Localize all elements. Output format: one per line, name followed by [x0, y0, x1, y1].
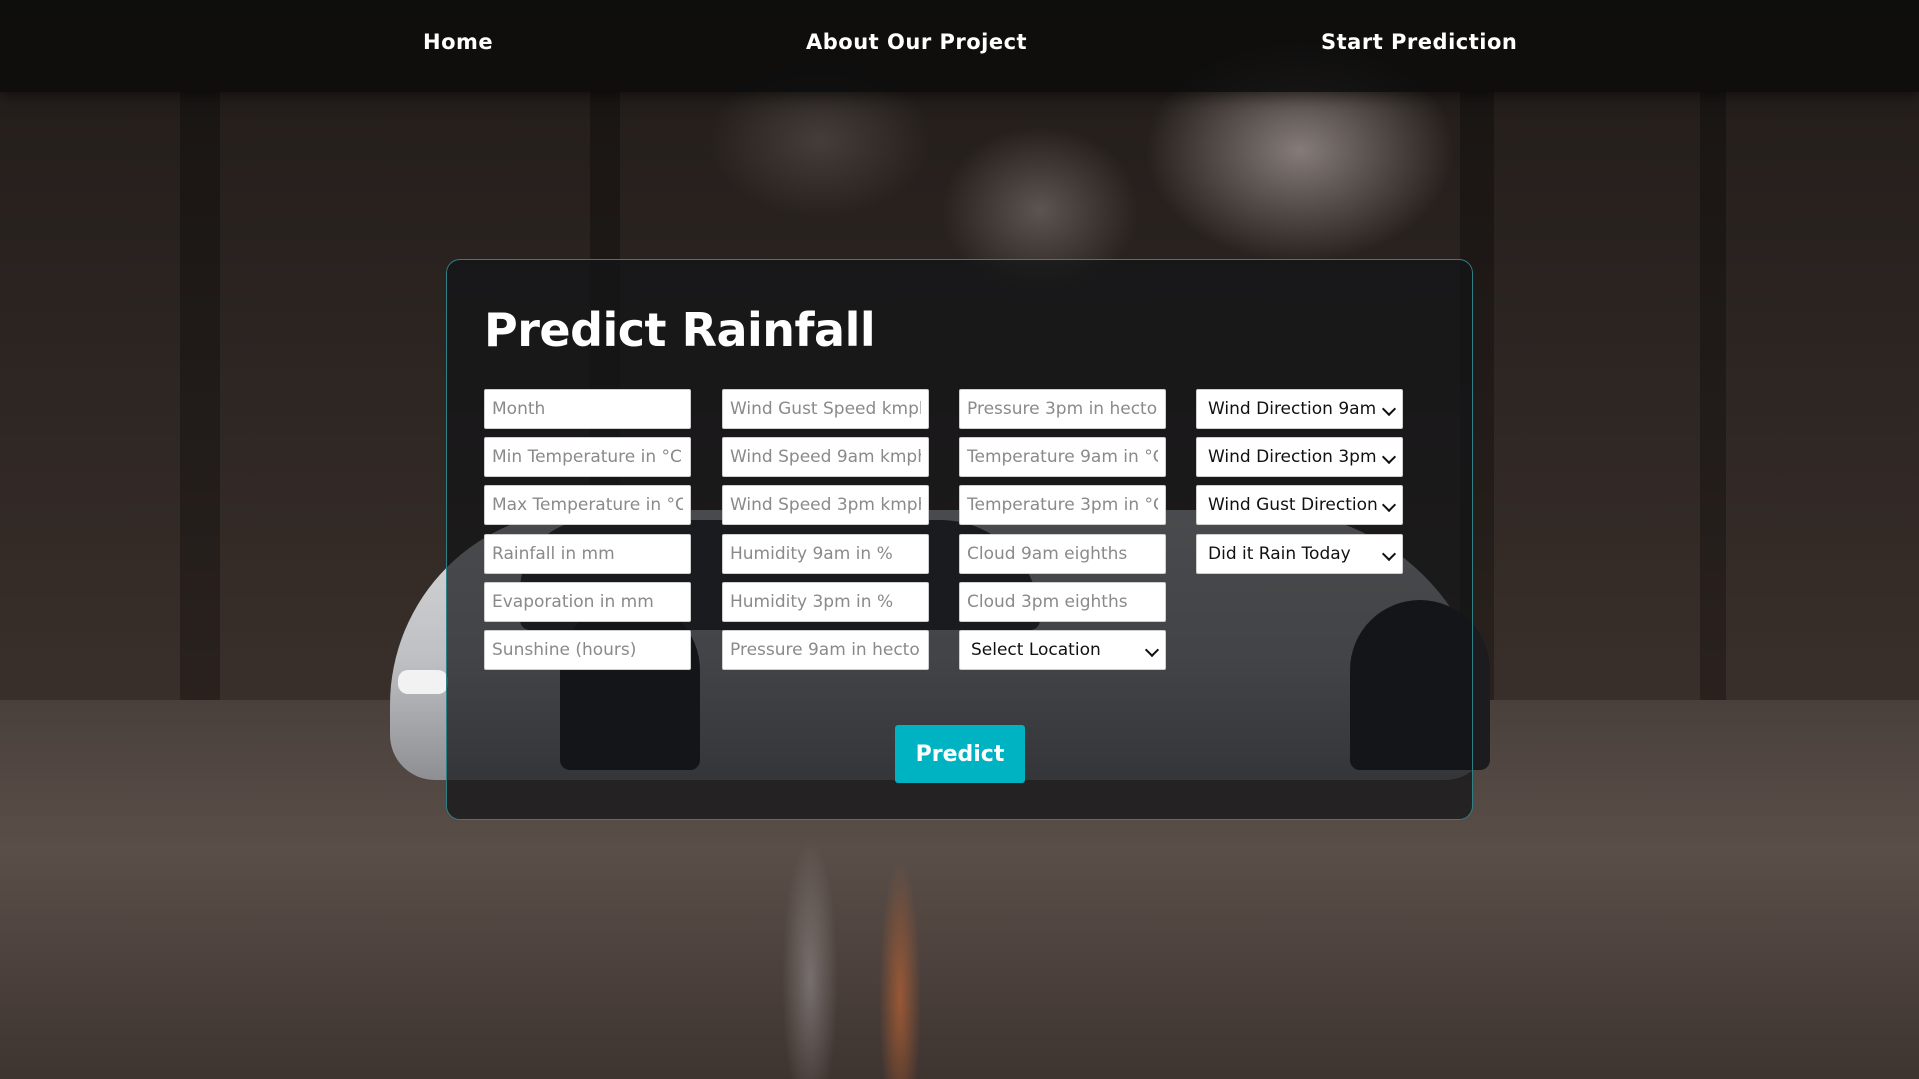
evaporation-input[interactable]	[492, 583, 683, 621]
select-value: Did it Rain Today	[1208, 544, 1351, 564]
wind-speed-3pm-field[interactable]	[722, 485, 929, 525]
predict-card: Predict Rainfall Select Location Wind Di…	[446, 259, 1473, 820]
chevron-down-icon	[1144, 642, 1160, 658]
location-select-value: Select Location	[971, 640, 1101, 660]
wind-gust-direction-select[interactable]: Wind Gust Direction	[1196, 485, 1403, 525]
wind-speed-9am-input[interactable]	[730, 438, 921, 476]
cloud-3pm-field[interactable]	[959, 582, 1166, 622]
temp-3pm-input[interactable]	[967, 486, 1158, 524]
pressure-3pm-input[interactable]	[967, 390, 1158, 428]
temp-3pm-field[interactable]	[959, 485, 1166, 525]
select-value: Wind Gust Direction	[1208, 495, 1378, 515]
sunshine-input[interactable]	[492, 631, 683, 669]
cloud-3pm-input[interactable]	[967, 583, 1158, 621]
rain-today-select[interactable]: Did it Rain Today	[1196, 534, 1403, 574]
pressure-9am-field[interactable]	[722, 630, 929, 670]
temp-9am-field[interactable]	[959, 437, 1166, 477]
wind-speed-3pm-input[interactable]	[730, 486, 921, 524]
predict-button[interactable]: Predict	[895, 725, 1025, 783]
pressure-3pm-field[interactable]	[959, 389, 1166, 429]
nav-about-link[interactable]: About Our Project	[806, 30, 1027, 54]
min-temp-field[interactable]	[484, 437, 691, 477]
wind-direction-9am-select[interactable]: Wind Direction 9am	[1196, 389, 1403, 429]
wind-gust-speed-input[interactable]	[730, 390, 921, 428]
wind-direction-3pm-select[interactable]: Wind Direction 3pm	[1196, 437, 1403, 477]
humidity-3pm-input[interactable]	[730, 583, 921, 621]
cloud-9am-input[interactable]	[967, 535, 1158, 573]
chevron-down-icon	[1381, 546, 1397, 562]
chevron-down-icon	[1381, 497, 1397, 513]
page-title: Predict Rainfall	[484, 303, 876, 357]
top-navbar: Home About Our Project Start Prediction	[0, 0, 1919, 92]
rainfall-field[interactable]	[484, 534, 691, 574]
pressure-9am-input[interactable]	[730, 631, 921, 669]
location-select[interactable]: Select Location	[959, 630, 1166, 670]
select-value: Wind Direction 3pm	[1208, 447, 1377, 467]
humidity-9am-input[interactable]	[730, 535, 921, 573]
tree-trunk	[180, 90, 220, 710]
car-headlight	[398, 670, 448, 694]
month-field[interactable]	[484, 389, 691, 429]
wind-speed-9am-field[interactable]	[722, 437, 929, 477]
max-temp-field[interactable]	[484, 485, 691, 525]
humidity-9am-field[interactable]	[722, 534, 929, 574]
nav-home-link[interactable]: Home	[423, 30, 493, 54]
max-temp-input[interactable]	[492, 486, 683, 524]
chevron-down-icon	[1381, 449, 1397, 465]
wind-gust-speed-field[interactable]	[722, 389, 929, 429]
humidity-3pm-field[interactable]	[722, 582, 929, 622]
evaporation-field[interactable]	[484, 582, 691, 622]
tree-trunk	[1700, 90, 1726, 710]
temp-9am-input[interactable]	[967, 438, 1158, 476]
chevron-down-icon	[1381, 401, 1397, 417]
cloud-9am-field[interactable]	[959, 534, 1166, 574]
nav-start-prediction-link[interactable]: Start Prediction	[1321, 30, 1517, 54]
month-input[interactable]	[492, 390, 683, 428]
min-temp-input[interactable]	[492, 438, 683, 476]
rainfall-input[interactable]	[492, 535, 683, 573]
select-value: Wind Direction 9am	[1208, 399, 1377, 419]
sunshine-field[interactable]	[484, 630, 691, 670]
